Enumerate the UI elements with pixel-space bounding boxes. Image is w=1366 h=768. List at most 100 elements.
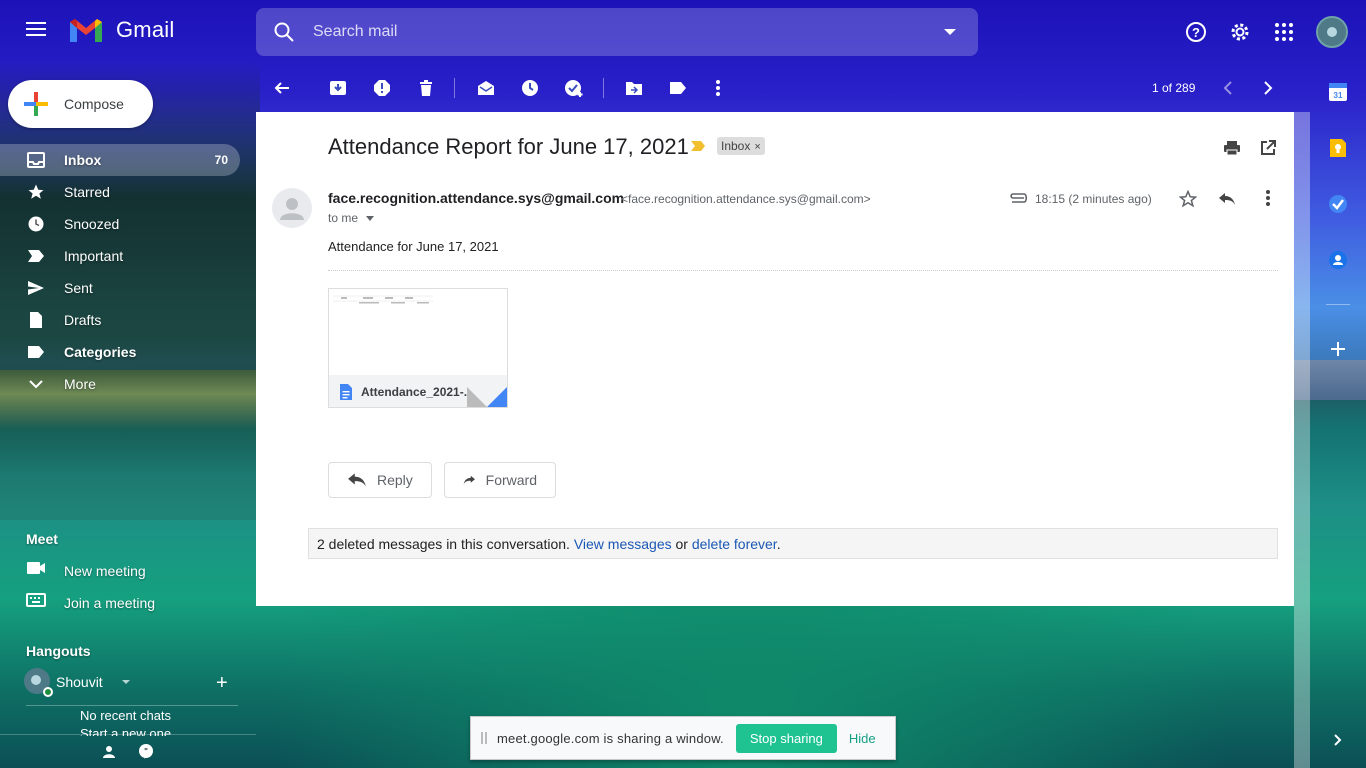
hide-button[interactable]: Hide <box>849 731 876 746</box>
more-vert-icon[interactable] <box>706 76 730 100</box>
add-to-tasks-icon[interactable] <box>562 76 586 100</box>
forward-arrow-icon <box>463 475 475 485</box>
clock-icon <box>26 214 46 234</box>
search-input[interactable] <box>313 23 913 41</box>
page-fold-corner <box>487 387 507 407</box>
main-menu-button[interactable] <box>22 18 50 46</box>
hangouts-section-title: Hangouts <box>26 643 91 659</box>
delete-trash-icon[interactable] <box>414 76 438 100</box>
menu-line <box>26 34 46 36</box>
join-meeting-button[interactable]: Join a meeting <box>0 587 256 619</box>
report-spam-icon[interactable] <box>370 76 394 100</box>
account-avatar[interactable] <box>1316 16 1348 48</box>
keep-icon[interactable] <box>1328 138 1348 158</box>
reply-arrow-icon[interactable] <box>1218 192 1236 206</box>
get-addons-plus-icon[interactable] <box>1328 339 1348 359</box>
search-options-icon[interactable] <box>944 29 956 35</box>
email-view: Attendance Report for June 17, 2021 Inbo… <box>256 112 1294 606</box>
email-subject: Attendance Report for June 17, 2021 <box>328 134 689 159</box>
tasks-icon[interactable] <box>1328 194 1348 214</box>
inbox-icon <box>26 150 46 170</box>
forward-button[interactable]: Forward <box>444 462 556 498</box>
help-icon[interactable]: ? <box>1180 16 1212 48</box>
search-icon[interactable] <box>272 20 296 44</box>
show-details-dropdown-icon[interactable] <box>366 216 374 221</box>
contacts-person-icon[interactable] <box>102 745 116 759</box>
mark-unread-icon[interactable] <box>474 76 498 100</box>
sidebar-item-drafts[interactable]: Drafts <box>0 304 256 336</box>
drag-grip-icon[interactable] <box>481 732 487 744</box>
important-marker-icon[interactable] <box>690 140 706 152</box>
archive-icon[interactable] <box>326 76 350 100</box>
delete-forever-link[interactable]: delete forever <box>692 536 777 552</box>
sidebar-nav: Inbox 70 Starred Snoozed Important Sent … <box>0 144 256 400</box>
sidebar-item-categories[interactable]: Categories <box>0 336 256 368</box>
label-tag-icon[interactable] <box>666 76 690 100</box>
new-meeting-button[interactable]: New meeting <box>0 555 256 587</box>
contacts-icon[interactable] <box>1328 250 1348 270</box>
google-docs-icon <box>340 384 352 400</box>
gmail-wordmark: Gmail <box>116 17 175 42</box>
screen-share-notification: meet.google.com is sharing a window. Sto… <box>470 716 896 760</box>
calendar-icon[interactable]: 31 <box>1328 82 1348 102</box>
sidebar-item-important[interactable]: Important <box>0 240 256 272</box>
sidebar-item-label: Drafts <box>64 312 102 328</box>
deleted-messages-notice: 2 deleted messages in this conversation.… <box>308 528 1278 559</box>
sender-name[interactable]: face.recognition.attendance.sys@gmail.co… <box>328 190 624 206</box>
add-chat-icon[interactable]: + <box>216 672 228 695</box>
search-bar <box>256 8 978 56</box>
snooze-clock-icon[interactable] <box>518 76 542 100</box>
scrollbar-track[interactable] <box>1294 112 1310 768</box>
sidebar-item-label: Sent <box>64 280 93 296</box>
sidebar-item-label: More <box>64 376 96 392</box>
menu-line <box>26 28 46 30</box>
send-icon <box>26 278 46 298</box>
attachment-paperclip-icon <box>1010 193 1028 203</box>
sidebar-item-snoozed[interactable]: Snoozed <box>0 208 256 240</box>
attachment-card[interactable]: Attendance_2021-... <box>328 288 508 408</box>
stop-sharing-button[interactable]: Stop sharing <box>735 723 837 753</box>
label-chip-text: Inbox <box>721 139 751 153</box>
move-to-folder-icon[interactable] <box>622 76 646 100</box>
video-camera-icon <box>26 561 46 581</box>
email-body: Attendance for June 17, 2021 <box>328 239 499 254</box>
compose-label: Compose <box>64 96 124 112</box>
star-icon <box>26 182 46 202</box>
open-new-window-icon[interactable] <box>1256 136 1280 160</box>
sidebar-item-inbox[interactable]: Inbox 70 <box>0 144 240 176</box>
compose-button[interactable]: Compose <box>8 80 153 128</box>
apps-grid-icon[interactable] <box>1268 16 1300 48</box>
reply-button[interactable]: Reply <box>328 462 432 498</box>
draft-icon <box>26 310 46 330</box>
sidebar-item-label: Snoozed <box>64 216 120 232</box>
attachment-filename: Attendance_2021-... <box>361 385 474 399</box>
share-status-text: meet.google.com is sharing a window. <box>497 730 724 746</box>
message-more-vert-icon[interactable] <box>1266 190 1270 206</box>
sender-email: <face.recognition.attendance.sys@gmail.c… <box>621 192 871 206</box>
print-icon[interactable] <box>1220 136 1244 160</box>
hangouts-user[interactable]: Shouvit + <box>24 668 256 697</box>
hangouts-chat-icon[interactable]: " <box>137 743 155 761</box>
sidebar-item-more[interactable]: More <box>0 368 256 400</box>
svg-text:?: ? <box>1192 25 1200 40</box>
deleted-or-text: or <box>675 536 688 552</box>
status-dropdown-icon[interactable] <box>122 680 130 684</box>
newer-chevron-left-icon[interactable] <box>1216 76 1240 100</box>
gmail-logo[interactable]: Gmail <box>68 16 174 44</box>
chevron-down-icon <box>26 374 46 394</box>
view-messages-link[interactable]: View messages <box>574 536 672 552</box>
forward-button-label: Forward <box>485 472 537 488</box>
older-chevron-right-icon[interactable] <box>1256 76 1280 100</box>
sidebar-footer: " <box>0 734 256 768</box>
sidebar-item-starred[interactable]: Starred <box>0 176 256 208</box>
label-icon <box>26 342 46 362</box>
reply-button-label: Reply <box>377 472 413 488</box>
star-outline-icon[interactable] <box>1179 190 1197 208</box>
remove-label-icon[interactable]: × <box>754 141 760 153</box>
sidebar-item-sent[interactable]: Sent <box>0 272 256 304</box>
back-arrow-icon[interactable] <box>270 76 294 100</box>
top-bar: Gmail ? <box>0 0 1366 64</box>
new-meeting-label: New meeting <box>64 563 146 579</box>
settings-gear-icon[interactable] <box>1224 16 1256 48</box>
expand-panel-chevron-icon[interactable] <box>1328 730 1348 750</box>
